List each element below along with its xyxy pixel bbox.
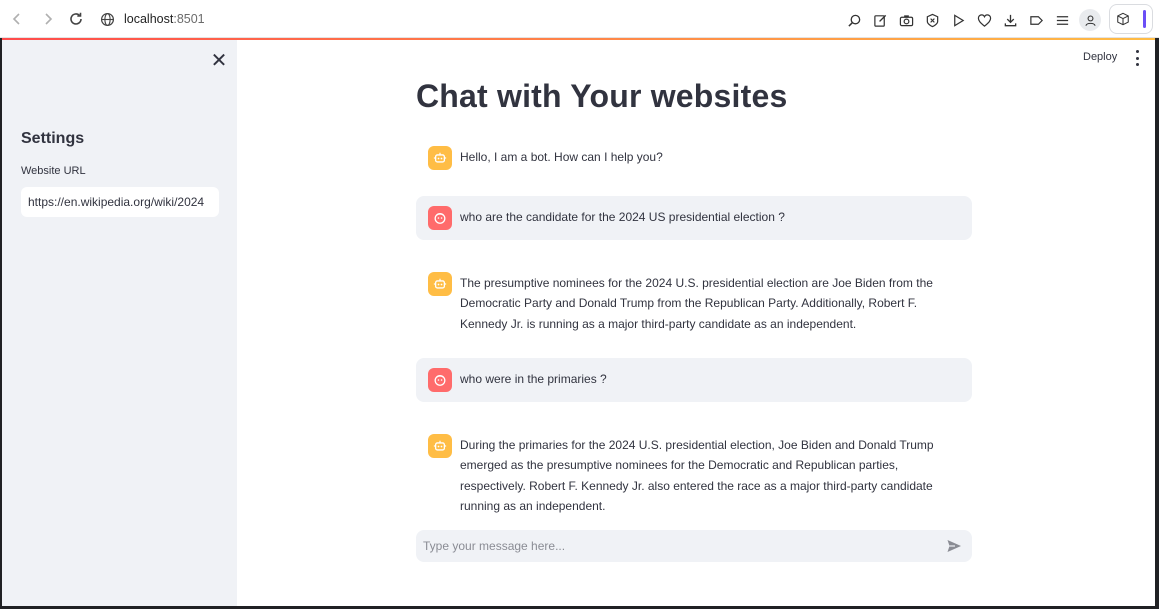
url-host: localhost	[124, 12, 174, 26]
website-url-input[interactable]	[21, 187, 219, 217]
extension-icon[interactable]	[1116, 12, 1130, 26]
bot-avatar-icon	[428, 434, 452, 458]
close-sidebar-icon[interactable]: ✕	[210, 51, 228, 71]
chat-message-bot: During the primaries for the 2024 U.S. p…	[416, 424, 972, 527]
sidebar: ✕ Settings Website URL	[2, 40, 237, 606]
shield-icon[interactable]	[923, 11, 941, 29]
chat-message-bot: The presumptive nominees for the 2024 U.…	[416, 262, 972, 344]
chat-message-user: who are the candidate for the 2024 US pr…	[416, 196, 972, 240]
bot-avatar-icon	[428, 272, 452, 296]
app-viewport: ✕ Settings Website URL Deploy Chat with …	[2, 38, 1155, 606]
address-bar[interactable]: localhost:8501	[100, 8, 205, 30]
message-text: The presumptive nominees for the 2024 U.…	[460, 276, 933, 331]
edit-icon[interactable]	[871, 11, 889, 29]
user-avatar-icon	[428, 206, 452, 230]
camera-icon[interactable]	[897, 11, 915, 29]
download-icon[interactable]	[1001, 11, 1019, 29]
extension-accent-bar	[1142, 10, 1146, 28]
globe-icon	[100, 12, 115, 26]
tag-icon[interactable]	[1027, 11, 1045, 29]
send-icon[interactable]	[940, 532, 968, 560]
back-icon[interactable]	[7, 9, 27, 29]
bot-avatar-icon	[428, 146, 452, 170]
heart-icon[interactable]	[975, 11, 993, 29]
message-text: During the primaries for the 2024 U.S. p…	[460, 438, 934, 514]
chat-message-user: who were in the primaries ?	[416, 358, 972, 402]
message-text: who are the candidate for the 2024 US pr…	[460, 210, 785, 224]
page-title: Chat with Your websites	[416, 78, 788, 114]
chat-message-bot: Hello, I am a bot. How can I help you?	[416, 136, 972, 180]
browser-toolbar: localhost:8501	[0, 0, 1159, 38]
menu-icon[interactable]	[1053, 11, 1071, 29]
website-url-label: Website URL	[21, 165, 86, 177]
profile-icon[interactable]	[1079, 9, 1101, 31]
forward-icon[interactable]	[38, 9, 58, 29]
toolbar-icons	[845, 9, 1101, 31]
message-text: who were in the primaries ?	[460, 372, 607, 386]
extensions-panel[interactable]	[1109, 4, 1153, 34]
chat-input-container	[416, 530, 972, 562]
play-icon[interactable]	[949, 11, 967, 29]
deploy-button[interactable]: Deploy	[1083, 51, 1117, 63]
main-menu-icon[interactable]	[1130, 50, 1144, 66]
zoom-icon[interactable]	[845, 11, 863, 29]
chat-input[interactable]	[416, 530, 940, 562]
url-port: :8501	[173, 12, 205, 26]
sidebar-title: Settings	[21, 130, 85, 147]
user-avatar-icon	[428, 368, 452, 392]
reload-icon[interactable]	[66, 9, 86, 29]
message-text: Hello, I am a bot. How can I help you?	[460, 150, 663, 164]
